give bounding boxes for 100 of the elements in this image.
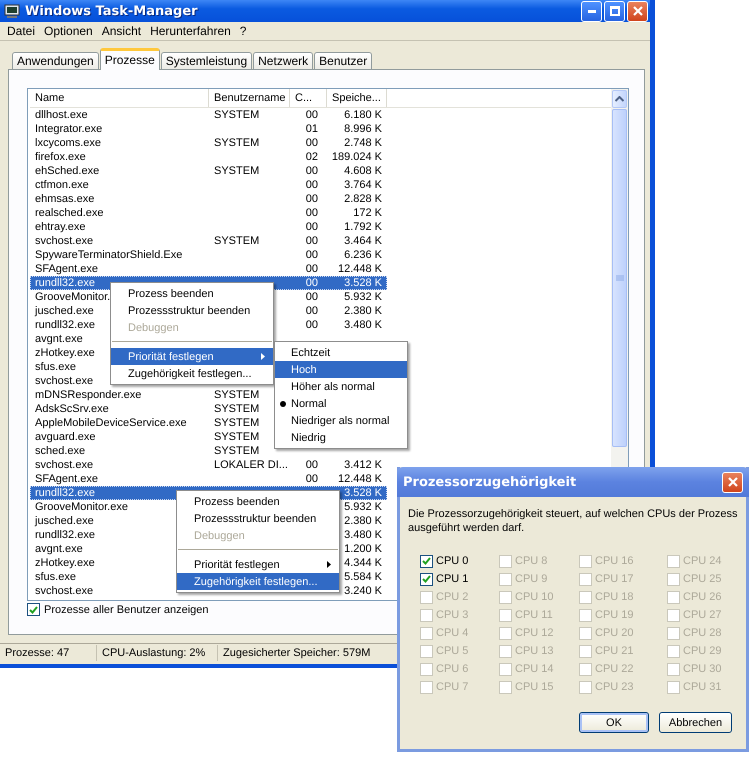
table-cell: svchost.exe xyxy=(35,459,94,471)
table-cell: ctfmon.exe xyxy=(35,179,89,191)
table-cell: 01 xyxy=(306,123,318,135)
checkbox-label: CPU 9 xyxy=(515,573,548,585)
table-cell: SYSTEM xyxy=(214,417,260,429)
checkbox-label: CPU 19 xyxy=(595,609,634,621)
table-cell: rundll32.exe xyxy=(35,277,95,289)
checkbox-label: CPU 28 xyxy=(683,627,722,639)
table-cell: 00 xyxy=(306,235,318,247)
table-cell: 3.528 K xyxy=(344,277,382,289)
table-cell: LOKALER DI... xyxy=(214,459,288,471)
status-text: Prozesse: 47 xyxy=(0,645,97,661)
table-cell: SYSTEM xyxy=(214,403,260,415)
table-cell: 6.180 K xyxy=(344,109,382,121)
checkbox-label: CPU 27 xyxy=(683,609,722,621)
checkbox-label: CPU 26 xyxy=(683,591,722,603)
table-cell: 1.792 K xyxy=(344,221,382,233)
table-cell: 00 xyxy=(306,249,318,261)
table-cell: 3.464 K xyxy=(344,235,382,247)
table-cell: dllhost.exe xyxy=(35,109,88,121)
checkbox-label: CPU 18 xyxy=(595,591,634,603)
table-cell: 3.764 K xyxy=(344,179,382,191)
table-cell: ehtray.exe xyxy=(35,221,86,233)
table-cell: realsched.exe xyxy=(35,207,104,219)
checkbox-label: CPU 30 xyxy=(683,663,722,675)
table-cell: 2.828 K xyxy=(344,193,382,205)
table-cell: ehmsas.exe xyxy=(35,193,94,205)
checkbox-label: CPU 6 xyxy=(436,663,468,675)
table-cell: sched.exe xyxy=(35,445,86,457)
table-cell: 3.240 K xyxy=(344,585,382,597)
checkbox-label: Prozesse aller Benutzer anzeigen xyxy=(44,604,208,616)
table-cell: 00 xyxy=(306,473,318,485)
status-text: CPU-Auslastung: 2% xyxy=(97,645,218,661)
table-cell: SYSTEM xyxy=(214,109,260,121)
checkbox-label: CPU 31 xyxy=(683,681,722,693)
table-cell: SYSTEM xyxy=(214,137,260,149)
table-cell: 3.480 K xyxy=(344,319,382,331)
dialog-title: Prozessorzugehörigkeit xyxy=(403,474,576,490)
checkbox-label: CPU 20 xyxy=(595,627,634,639)
checkbox-label: CPU 17 xyxy=(595,573,634,585)
table-cell: 00 xyxy=(306,277,318,289)
table-cell: 172 K xyxy=(353,207,382,219)
table-cell: 00 xyxy=(306,305,318,317)
table-cell: 1.200 K xyxy=(344,543,382,555)
checkbox-label: CPU 16 xyxy=(595,555,634,567)
checkbox-label: CPU 12 xyxy=(515,627,554,639)
table-cell: rundll32.exe xyxy=(35,487,95,499)
checkbox-label: CPU 24 xyxy=(683,555,722,567)
table-cell: 6.236 K xyxy=(344,249,382,261)
checkbox-label: CPU 7 xyxy=(436,681,468,693)
table-cell: SYSTEM xyxy=(214,431,260,443)
checkbox-label: CPU 23 xyxy=(595,681,634,693)
checkbox-label: CPU 14 xyxy=(515,663,554,675)
table-cell: SFAgent.exe xyxy=(35,473,98,485)
window-title: Windows Task-Manager xyxy=(25,4,198,18)
table-cell: svchost.exe xyxy=(35,235,94,247)
table-cell: 8.996 K xyxy=(344,123,382,135)
table-cell: 00 xyxy=(306,221,318,233)
checkbox-label: CPU 21 xyxy=(595,645,634,657)
table-cell: 12.448 K xyxy=(338,263,382,275)
table-cell: SpywareTerminatorShield.Exe xyxy=(35,249,182,261)
checkbox-label: CPU 2 xyxy=(436,591,468,603)
checkbox-label: CPU 0 xyxy=(436,555,468,567)
table-cell: 00 xyxy=(306,263,318,275)
table-cell: SFAgent.exe xyxy=(35,263,98,275)
checkbox-label: CPU 22 xyxy=(595,663,634,675)
checkbox-label: CPU 29 xyxy=(683,645,722,657)
table-cell: 00 xyxy=(306,165,318,177)
table-cell: 00 xyxy=(306,193,318,205)
table-cell: 00 xyxy=(306,179,318,191)
table-cell: ehSched.exe xyxy=(35,165,100,177)
table-cell: 00 xyxy=(306,207,318,219)
table-cell: SYSTEM xyxy=(214,389,260,401)
table-cell: 00 xyxy=(306,459,318,471)
table-cell: 00 xyxy=(306,137,318,149)
table-cell: avgnt.exe xyxy=(35,333,83,345)
checkbox-label: CPU 15 xyxy=(515,681,554,693)
checkbox-label: CPU 8 xyxy=(515,555,548,567)
checkbox-label: CPU 25 xyxy=(683,573,722,585)
checkbox-label: CPU 11 xyxy=(515,609,553,621)
table-cell: 189.024 K xyxy=(332,151,382,163)
table-cell: 2.380 K xyxy=(344,305,382,317)
description-text: Die Prozessorzugehörigkeit steuert, auf welchen CPUs der Prozess ausgeführt werden darf. xyxy=(408,507,738,535)
table-cell: 00 xyxy=(306,291,318,303)
table-cell: SYSTEM xyxy=(214,235,260,247)
table-cell: 02 xyxy=(306,151,318,163)
table-cell: 5.932 K xyxy=(344,291,382,303)
checkbox-label: CPU 3 xyxy=(436,609,468,621)
table-cell: AdskScSrv.exe xyxy=(35,403,109,415)
table-cell: 00 xyxy=(306,319,318,331)
table-cell: AppleMobileDeviceService.exe xyxy=(35,417,187,429)
checkbox-label: CPU 4 xyxy=(436,627,468,639)
table-cell: avguard.exe xyxy=(35,431,96,443)
table-cell: 12.448 K xyxy=(338,473,382,485)
table-cell: 2.748 K xyxy=(344,137,382,149)
table-cell: 3.412 K xyxy=(344,459,382,471)
table-cell: SYSTEM xyxy=(214,165,260,177)
checkbox-label: CPU 1 xyxy=(436,573,468,585)
table-cell: firefox.exe xyxy=(35,151,86,163)
checkbox-label: CPU 5 xyxy=(436,645,468,657)
